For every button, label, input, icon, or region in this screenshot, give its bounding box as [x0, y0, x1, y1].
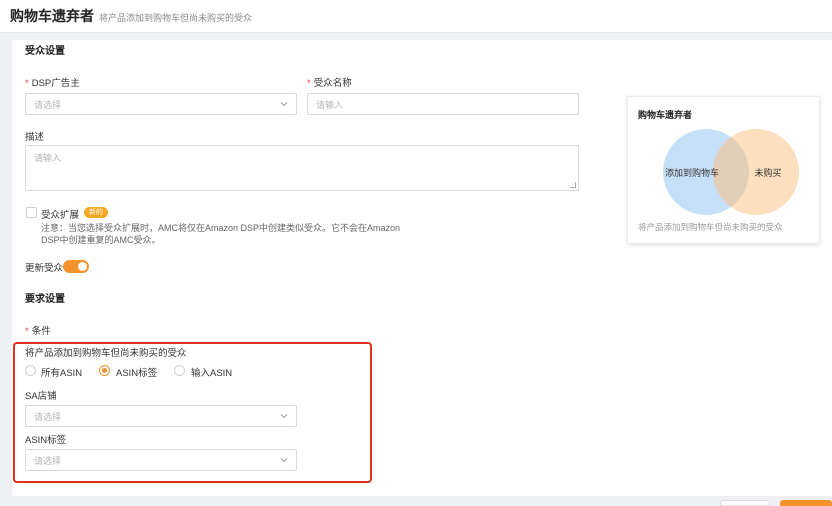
asin-tag-placeholder: 请选择: [34, 455, 62, 466]
dsp-advertiser-select[interactable]: 请选择: [25, 93, 297, 115]
cancel-button[interactable]: [720, 500, 770, 506]
venn-label-not-purchased: 未购买: [754, 167, 781, 178]
asin-tag-label: ASIN标签: [25, 435, 67, 446]
sa-store-label: SA店铺: [25, 391, 57, 402]
audience-name-placeholder: 请输入: [316, 99, 344, 110]
sa-store-select[interactable]: 请选择: [25, 405, 297, 427]
audience-expand-note: 注意：当您选择受众扩展时，AMC将仅在Amazon DSP中创建类似受众。它不会…: [41, 223, 401, 245]
asin-tag-select[interactable]: 请选择: [25, 449, 297, 471]
audience-name-label: * 受众名称: [307, 78, 352, 89]
audience-expand-label: 受众扩展: [41, 210, 80, 221]
page-title: 购物车遗弃者: [10, 8, 94, 24]
page-header: 购物车遗弃者 将产品添加到购物车但尚未购买的受众: [0, 0, 832, 33]
toggle-knob: [78, 262, 87, 271]
submit-button[interactable]: [780, 500, 832, 506]
dsp-advertiser-placeholder: 请选择: [34, 99, 62, 110]
description-placeholder: 请输入: [34, 153, 62, 163]
radio-all-asin[interactable]: [25, 365, 36, 376]
radio-input-asin-label[interactable]: 输入ASIN: [191, 365, 232, 379]
condition-label: * 条件: [25, 326, 51, 337]
chevron-down-icon: [280, 102, 288, 107]
description-textarea[interactable]: 请输入: [25, 145, 579, 191]
radio-asin-tag[interactable]: [99, 365, 110, 376]
venn-diagram: 添加到购物车 未购买: [663, 129, 799, 215]
section-title-audience: 受众设置: [25, 46, 65, 57]
page-subtitle: 将产品添加到购物车但尚未购买的受众: [99, 12, 253, 23]
radio-all-asin-label[interactable]: 所有ASIN: [41, 365, 82, 379]
audience-name-input[interactable]: 请输入: [307, 93, 579, 115]
sa-store-placeholder: 请选择: [34, 411, 62, 422]
chevron-down-icon: [280, 458, 288, 463]
section-title-requirements: 要求设置: [25, 294, 65, 305]
audience-preview-card: 购物车遗弃者 添加到购物车 未购买 将产品添加到购物车但尚未购买的受众: [627, 96, 820, 244]
new-badge: 新的: [84, 207, 108, 218]
form-panel: 受众设置 * DSP广告主 请选择 * 受众名称 请输入 描述 请输入 受众扩展 新…: [12, 40, 832, 496]
resize-handle-icon[interactable]: [570, 182, 576, 188]
radio-asin-tag-label[interactable]: ASIN标签: [116, 365, 157, 379]
preview-card-description: 将产品添加到购物车但尚未购买的受众: [638, 222, 783, 232]
refresh-audience-toggle[interactable]: [63, 260, 89, 273]
dsp-advertiser-label: * DSP广告主: [25, 78, 80, 89]
refresh-audience-label: 更新受众: [25, 263, 64, 274]
condition-title: 将产品添加到购物车但尚未购买的受众: [25, 348, 187, 359]
radio-input-asin[interactable]: [174, 365, 185, 376]
venn-label-added: 添加到购物车: [665, 167, 719, 178]
chevron-down-icon: [280, 414, 288, 419]
preview-card-title: 购物车遗弃者: [638, 110, 693, 120]
description-label: 描述: [25, 132, 45, 143]
audience-expand-checkbox[interactable]: [26, 207, 37, 218]
